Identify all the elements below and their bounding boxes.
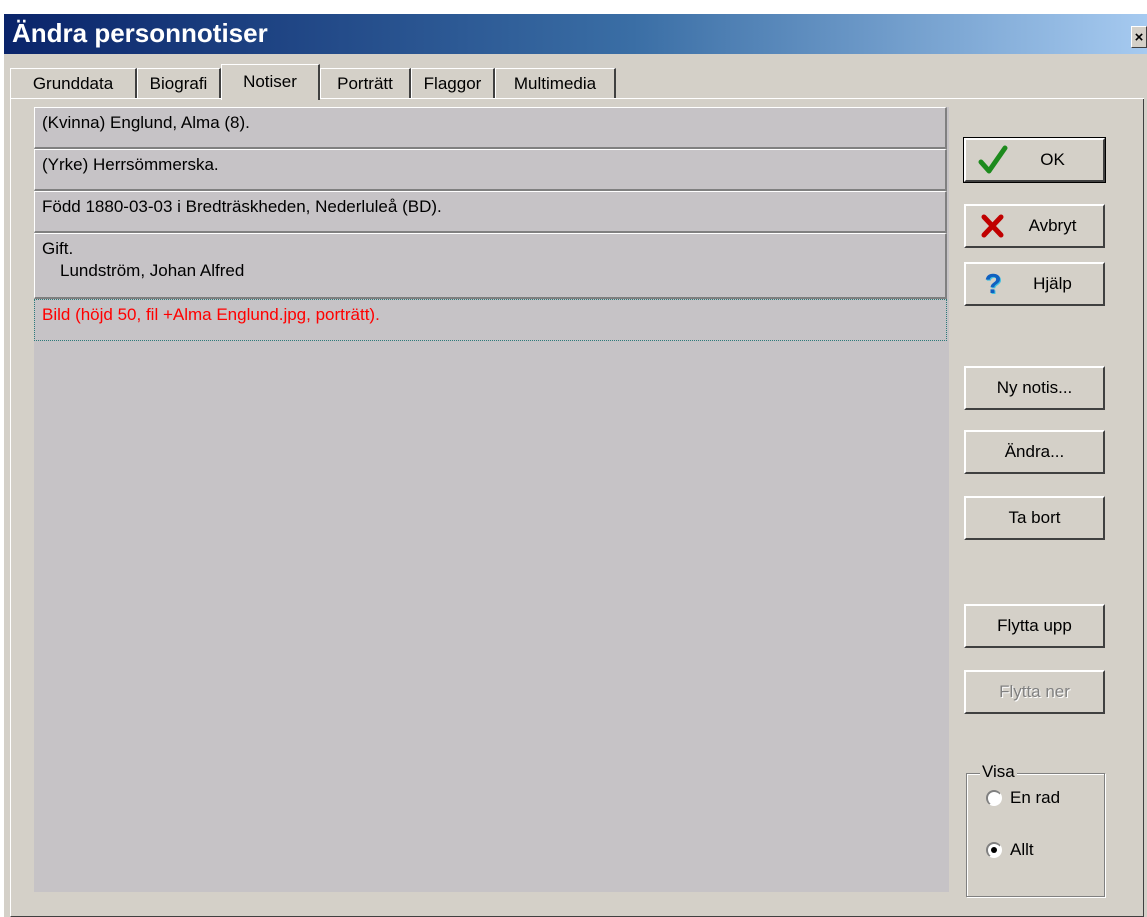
help-label: Hjälp <box>1033 274 1072 293</box>
tab-label: Grunddata <box>32 74 114 93</box>
tab-grunddata[interactable]: Grunddata <box>10 68 137 98</box>
move-up-button[interactable]: Flytta upp <box>964 604 1105 648</box>
new-note-label: Ny notis... <box>996 378 1073 397</box>
delete-label: Ta bort <box>1008 508 1061 527</box>
tab-biografi[interactable]: Biografi <box>137 68 221 98</box>
note-text: (Kvinna) Englund, Alma (8). <box>42 113 250 132</box>
move-up-label: Flytta upp <box>997 616 1072 635</box>
radio-button[interactable] <box>986 790 1002 806</box>
list-item-selected[interactable]: Bild (höjd 50, fil +Alma Englund.jpg, po… <box>34 299 947 341</box>
note-text: Gift. <box>42 239 74 258</box>
delete-button[interactable]: Ta bort <box>964 496 1105 540</box>
title-bar[interactable]: Ändra personnotiser × <box>4 14 1147 54</box>
notes-list[interactable]: (Kvinna) Englund, Alma (8). (Yrke) Herrs… <box>34 107 949 892</box>
ok-label: OK <box>1040 150 1065 169</box>
tab-flaggor[interactable]: Flaggor <box>411 68 495 98</box>
radio-label: En rad <box>1010 788 1061 807</box>
check-icon <box>978 145 1008 174</box>
cancel-button[interactable]: Avbryt <box>964 204 1105 248</box>
list-item[interactable]: (Kvinna) Englund, Alma (8). <box>34 107 947 149</box>
radio-button[interactable] <box>986 842 1002 858</box>
close-button[interactable]: × <box>1131 26 1147 48</box>
ok-button[interactable]: OK <box>963 137 1106 183</box>
new-note-button[interactable]: Ny notis... <box>964 366 1105 410</box>
cancel-label: Avbryt <box>1028 216 1077 235</box>
visa-group-label: Visa <box>980 762 1017 782</box>
list-item[interactable]: (Yrke) Herrsömmerska. <box>34 149 947 191</box>
move-down-label: Flytta ner <box>999 682 1070 701</box>
note-text: Bild (höjd 50, fil +Alma Englund.jpg, po… <box>42 305 380 324</box>
list-item[interactable]: Född 1880-03-03 i Bredträskheden, Nederl… <box>34 191 947 233</box>
list-item[interactable]: Gift. Lundström, Johan Alfred <box>34 233 947 299</box>
question-icon: ? <box>984 268 1002 299</box>
help-button[interactable]: ? Hjälp <box>964 262 1105 306</box>
tab-notiser[interactable]: Notiser <box>221 64 320 100</box>
tab-label: Multimedia <box>513 74 597 93</box>
move-down-button: Flytta ner <box>964 670 1105 714</box>
x-icon <box>981 214 1004 238</box>
window-title: Ändra personnotiser <box>12 18 268 48</box>
tab-label: Biografi <box>149 74 208 93</box>
edit-button[interactable]: Ändra... <box>964 430 1105 474</box>
dialog-window: Ändra personnotiser × Grunddata Biografi… <box>4 14 1147 917</box>
tab-label: Notiser <box>243 72 297 91</box>
radio-dot <box>991 847 997 853</box>
edit-label: Ändra... <box>1004 442 1065 461</box>
tab-label: Porträtt <box>337 74 393 93</box>
radio-label: Allt <box>1010 840 1034 859</box>
tab-label: Flaggor <box>423 74 482 93</box>
close-icon: × <box>1134 29 1144 46</box>
note-subtext: Lundström, Johan Alfred <box>60 261 245 280</box>
note-text: Född 1880-03-03 i Bredträskheden, Nederl… <box>42 197 442 216</box>
note-text: (Yrke) Herrsömmerska. <box>42 155 219 174</box>
tab-multimedia[interactable]: Multimedia <box>495 68 616 98</box>
tab-portratt[interactable]: Porträtt <box>320 68 411 98</box>
